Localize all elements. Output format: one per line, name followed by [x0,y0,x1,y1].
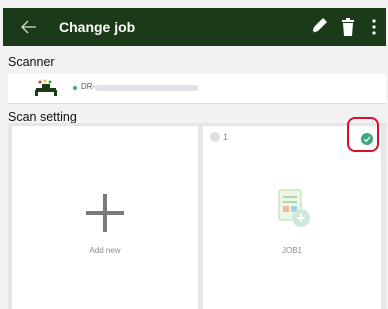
selection-highlight [347,117,379,152]
document-icon [278,189,310,227]
job-label: JOB1 [281,246,302,255]
scanner-section-label: Scanner [8,55,55,69]
scanner-icon [35,79,57,96]
back-arrow-icon[interactable] [21,20,37,34]
job-number: 1 [223,132,229,142]
status-dot [73,86,77,90]
app-bar: Change job [3,8,386,46]
more-vertical-icon[interactable] [372,19,376,35]
job-select-circle[interactable] [210,132,220,142]
scanner-name: DR- [81,82,96,91]
scanner-row[interactable]: DR- [8,74,386,103]
page-title: Change job [59,19,136,35]
scanner-serial-blur [95,85,198,91]
divider [8,103,386,104]
job-card[interactable]: 1 JOB1 [203,126,381,309]
plus-icon [86,194,124,232]
add-new-label: Add new [89,246,121,255]
trash-icon[interactable] [341,18,355,36]
pencil-icon[interactable] [309,18,327,36]
scan-setting-section-label: Scan setting [8,110,77,124]
job-grid: Add new 1 JOB1 [8,123,386,309]
add-new-card[interactable]: Add new [12,126,198,309]
